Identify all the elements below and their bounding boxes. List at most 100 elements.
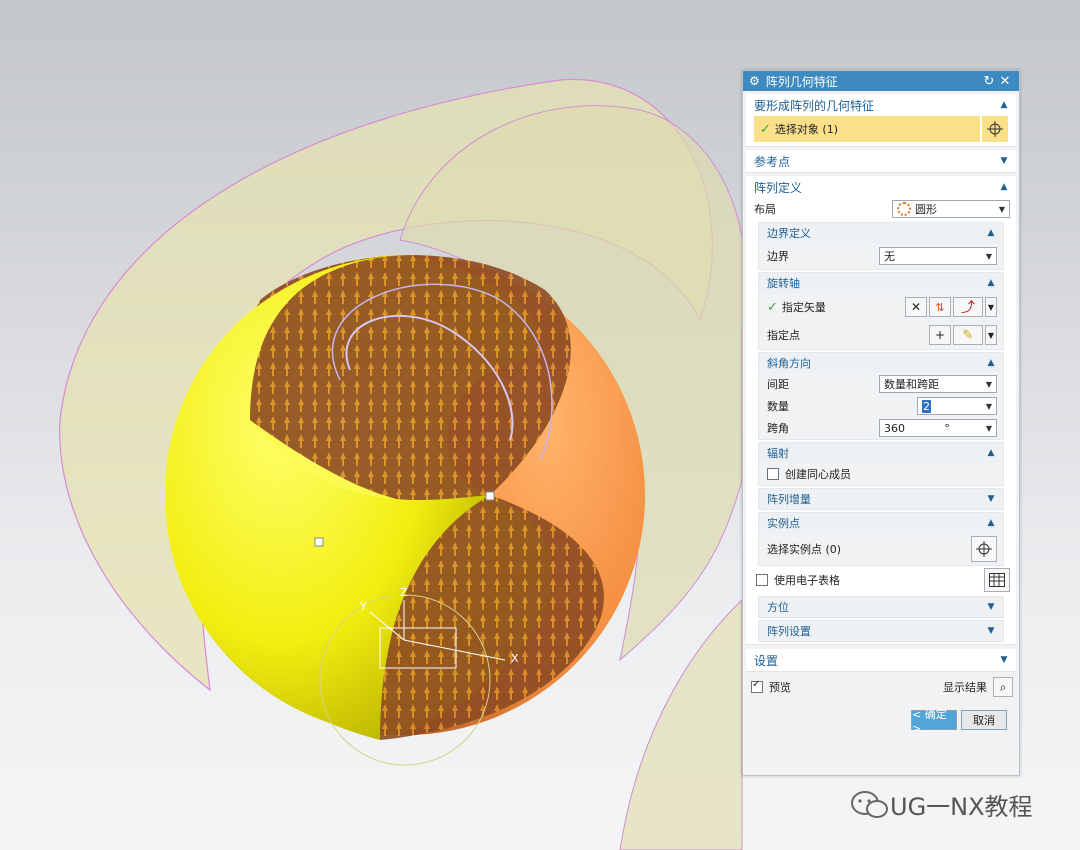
count-input[interactable]: 2 ▼ [917, 397, 997, 415]
span-unit: ° [944, 421, 950, 435]
reset-icon[interactable]: ↻ [981, 74, 997, 89]
boundary-select[interactable]: 无 ▼ [879, 247, 997, 265]
chevron-up-icon: ▲ [1000, 100, 1008, 110]
spreadsheet-button[interactable] [984, 568, 1010, 592]
point-label: 指定点 [767, 329, 800, 342]
preview-checkbox[interactable]: ✓ [751, 679, 763, 693]
count-row: 数量 2 ▼ [759, 395, 1003, 417]
group-title: 阵列定义 [754, 180, 803, 195]
group-title: 设置 [754, 653, 779, 668]
sub-title: 斜角方向 [767, 357, 811, 370]
dialog-titlebar: ⚙ 阵列几何特征 ↻ ✕ [743, 71, 1019, 91]
chevron-down-icon: ▼ [998, 204, 1005, 214]
select-object-field[interactable]: ✓ 选择对象 (1) [754, 116, 980, 142]
dialog-title: 阵列几何特征 [765, 74, 838, 89]
chevron-down-icon: ▼ [985, 423, 992, 433]
select-object-label: 选择对象 (1) [774, 123, 838, 136]
sub-header-pattern-settings[interactable]: 阵列设置 ▼ [759, 621, 1003, 641]
layout-value: 圆形 [915, 203, 937, 216]
boundary-row: 边界 无 ▼ [759, 243, 1003, 269]
sub-header-radiate[interactable]: 辐射 ▲ [759, 443, 1003, 463]
span-row: 跨角 360 ° ▼ [759, 417, 1003, 439]
sub-title: 辐射 [767, 447, 789, 460]
spacing-select[interactable]: 数量和跨距 ▼ [879, 375, 997, 393]
inferred-vector-button[interactable]: ⤴ [953, 297, 983, 317]
handle-marker-1 [314, 537, 324, 547]
point-dialog-button[interactable]: + [929, 325, 951, 345]
chevron-down-icon: ▼ [1000, 655, 1008, 665]
vector-cross-icon: ✕ [910, 300, 922, 314]
vector-triad-icon: ⤴ [961, 300, 975, 316]
sub-increment: 阵列增量 ▼ [758, 488, 1004, 510]
crosshair-icon [987, 121, 1003, 137]
instance-row: 选择实例点 (0) [759, 533, 1003, 565]
concentric-checkbox[interactable] [767, 468, 779, 480]
chevron-down-icon: ▼ [985, 251, 992, 261]
group-header-pattern-definition[interactable]: 阵列定义 ▲ [746, 176, 1016, 198]
vector-dialog-button[interactable]: ✕ [905, 297, 927, 317]
group-header-features[interactable]: 要形成阵列的几何特征 ▲ [746, 94, 1016, 116]
sub-header-increment[interactable]: 阵列增量 ▼ [759, 489, 1003, 509]
layout-row: 布局 圆形 ▼ [746, 198, 1016, 220]
concentric-label: 创建同心成员 [785, 468, 851, 481]
checkmark-icon: ✓ [767, 299, 778, 315]
concentric-row: 创建同心成员 [759, 463, 1003, 485]
crosshair-select-button[interactable] [982, 116, 1008, 142]
spacing-label: 间距 [767, 378, 789, 391]
sub-header-angular-direction[interactable]: 斜角方向 ▲ [759, 353, 1003, 373]
group-header-settings[interactable]: 设置 ▼ [746, 649, 1016, 671]
group-header-ref-point[interactable]: 参考点 ▼ [746, 150, 1016, 172]
chevron-down-icon: ▼ [987, 626, 995, 636]
chevron-up-icon: ▲ [987, 228, 995, 238]
chevron-down-icon: ▼ [985, 401, 992, 411]
gear-icon[interactable]: ⚙ [749, 74, 760, 88]
show-result-button[interactable]: ⌕ [993, 677, 1013, 697]
spreadsheet-icon [989, 573, 1005, 587]
show-result-label: 显示结果 [943, 681, 987, 694]
ok-button[interactable]: < 确定 > [911, 708, 957, 735]
crosshair-icon [976, 541, 992, 557]
span-label: 跨角 [767, 422, 789, 435]
vector-dropdown[interactable]: ▼ [985, 297, 997, 317]
span-input[interactable]: 360 ° ▼ [879, 419, 997, 437]
sub-instance-point: 实例点 ▲ 选择实例点 (0) [758, 512, 1004, 566]
sub-header-instance-point[interactable]: 实例点 ▲ [759, 513, 1003, 533]
instance-select-button[interactable] [971, 536, 997, 562]
chevron-down-icon: ▼ [987, 494, 995, 504]
sub-header-boundary[interactable]: 边界定义 ▲ [759, 223, 1003, 243]
sub-angular-direction: 斜角方向 ▲ 间距 数量和跨距 ▼ 数量 2 ▼ 跨角 360 ° ▼ [758, 352, 1004, 440]
instance-label: 选择实例点 (0) [767, 543, 842, 556]
layout-label: 布局 [754, 203, 776, 216]
sub-header-rotation-axis[interactable]: 旋转轴 ▲ [759, 273, 1003, 293]
count-value: 2 [922, 399, 931, 413]
chevron-down-icon: ▼ [987, 330, 995, 340]
point-dropdown[interactable]: ▼ [985, 325, 997, 345]
axis-arrows-icon: ⇅ [935, 300, 945, 314]
spreadsheet-checkbox[interactable] [756, 574, 768, 586]
dialog-buttons: < 确定 > 取消 [743, 700, 1019, 735]
chevron-up-icon: ▲ [987, 518, 995, 528]
vector-row: ✓ 指定矢量 ✕ ⇅ ⤴ ▼ [759, 293, 1003, 321]
wechat-icon [851, 790, 888, 818]
close-icon[interactable]: ✕ [997, 74, 1013, 89]
axis-y-label: Y [359, 600, 367, 613]
chevron-up-icon: ▲ [987, 358, 995, 368]
watermark-text: UG一NX教程 [890, 793, 1033, 821]
chevron-up-icon: ▲ [1000, 182, 1008, 192]
axis-x-label: X [511, 652, 519, 665]
sub-header-orientation[interactable]: 方位 ▼ [759, 597, 1003, 617]
point-wand-icon: ✎ [962, 327, 974, 343]
group-title: 参考点 [754, 154, 791, 169]
vector-label: 指定矢量 [781, 301, 826, 314]
spacing-value: 数量和跨距 [884, 378, 939, 391]
group-pattern-definition: 阵列定义 ▲ 布局 圆形 ▼ 边界定义 ▲ 边界 无 ▼ 旋转轴 ▲ ✓ 指定矢… [746, 176, 1016, 645]
cancel-button[interactable]: 取消 [961, 710, 1007, 730]
span-value: 360 [884, 421, 905, 435]
reverse-direction-button[interactable]: ⇅ [929, 297, 951, 317]
magnifier-icon: ⌕ [999, 679, 1007, 694]
sub-title: 方位 [767, 601, 789, 614]
layout-select[interactable]: 圆形 ▼ [892, 200, 1010, 218]
chevron-down-icon: ▼ [985, 379, 992, 389]
chevron-down-icon: ▼ [1000, 156, 1008, 166]
inferred-point-button[interactable]: ✎ [953, 325, 983, 345]
